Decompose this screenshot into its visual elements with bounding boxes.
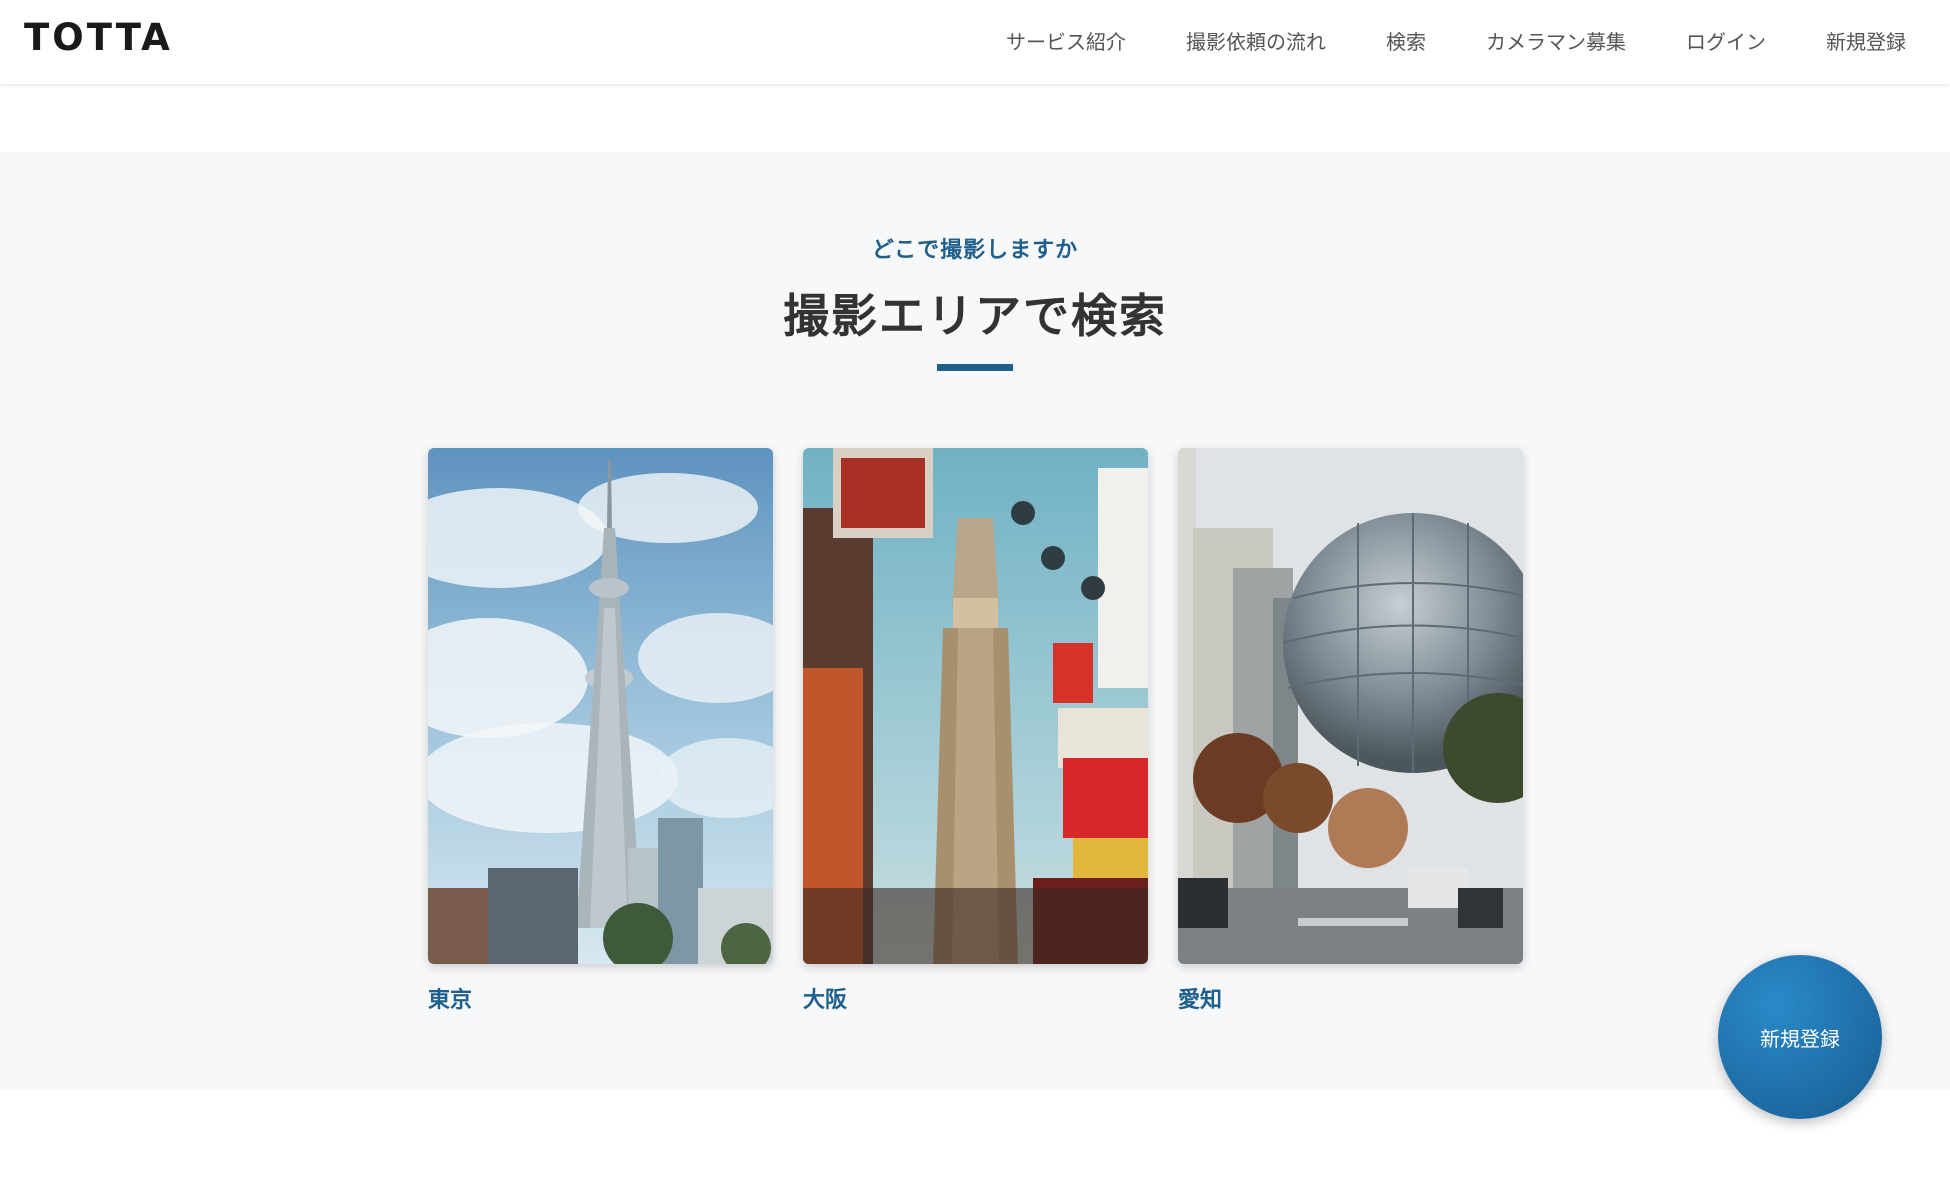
area-label-osaka: 大阪 [803, 988, 848, 1013]
main-nav: サービス紹介 撮影依頼の流れ 検索 カメラマン募集 ログイン 新規登録 [946, 0, 1906, 84]
area-card-aichi[interactable]: 愛知 [1178, 448, 1523, 1014]
section-eyebrow: どこで撮影しますか [871, 238, 1079, 263]
floating-signup-button[interactable]: 新規登録 [1718, 955, 1882, 1119]
area-label-aichi: 愛知 [1178, 988, 1223, 1013]
area-search-section: どこで撮影しますか 撮影エリアで検索 東京 大阪 愛知 [0, 152, 1950, 1090]
nav-search[interactable]: 検索 [1386, 30, 1426, 54]
nav-login[interactable]: ログイン [1686, 30, 1766, 54]
nav-flow[interactable]: 撮影依頼の流れ [1186, 30, 1326, 54]
area-card-tokyo[interactable]: 東京 [428, 448, 773, 1014]
nav-recruit[interactable]: カメラマン募集 [1486, 30, 1626, 54]
nav-service[interactable]: サービス紹介 [1006, 30, 1126, 54]
area-image-tokyo [428, 448, 773, 964]
area-card-list: 東京 大阪 愛知 [428, 448, 1523, 1014]
area-card-osaka[interactable]: 大阪 [803, 448, 1148, 1014]
site-logo[interactable]: TOTTA [24, 18, 173, 58]
section-title: 撮影エリアで検索 [783, 289, 1167, 343]
title-underline [937, 364, 1013, 371]
area-image-aichi [1178, 448, 1523, 964]
site-header: TOTTA サービス紹介 撮影依頼の流れ 検索 カメラマン募集 ログイン 新規登… [0, 0, 1950, 84]
area-image-osaka [803, 448, 1148, 964]
area-label-tokyo: 東京 [428, 988, 473, 1013]
nav-signup[interactable]: 新規登録 [1826, 30, 1906, 54]
